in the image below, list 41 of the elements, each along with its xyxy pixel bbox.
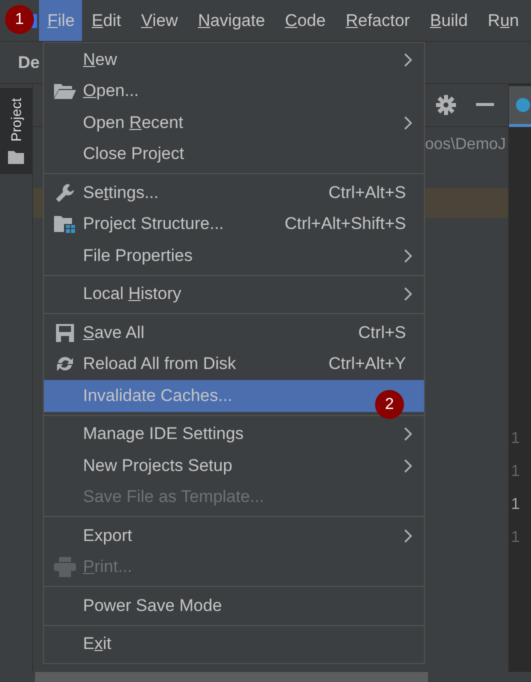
menu-item[interactable]: Project Structure... Ctrl+Alt+Shift+S bbox=[44, 208, 424, 240]
folder-grid-icon bbox=[54, 215, 76, 234]
scrollbar[interactable] bbox=[35, 672, 428, 682]
menu[interactable]: View bbox=[133, 0, 185, 41]
menu-item[interactable]: Settings... Ctrl+Alt+S bbox=[44, 177, 424, 208]
menu-item[interactable]: Export bbox=[44, 520, 424, 552]
menu-item[interactable]: Manage IDE Settings bbox=[44, 418, 424, 450]
menu[interactable]: Build bbox=[422, 0, 475, 41]
menu-item[interactable]: New bbox=[44, 44, 424, 76]
menu-item[interactable]: Open Recent bbox=[44, 107, 424, 138]
minimize-icon[interactable] bbox=[476, 103, 494, 107]
menu-item[interactable]: File Properties bbox=[44, 240, 424, 272]
menu[interactable]: Code bbox=[277, 0, 333, 41]
class-icon bbox=[515, 97, 531, 113]
menu[interactable]: Run bbox=[480, 0, 526, 41]
menu[interactable]: Navigate bbox=[190, 0, 272, 41]
line-number: 1 bbox=[511, 462, 521, 482]
menu-item[interactable]: Reload All from Disk Ctrl+Alt+Y bbox=[44, 348, 424, 380]
folder-icon bbox=[54, 83, 76, 100]
menu-item[interactable]: Open... bbox=[44, 76, 424, 107]
project-path: oos\DemoJ bbox=[425, 136, 506, 154]
line-number: 1 bbox=[511, 528, 521, 548]
printer-icon bbox=[54, 557, 76, 578]
step-marker: 1 bbox=[5, 5, 34, 34]
menu-item[interactable]: Exit bbox=[44, 628, 424, 660]
line-number: 1 bbox=[511, 429, 521, 449]
folder-icon bbox=[8, 150, 24, 164]
reload-icon bbox=[56, 355, 74, 374]
menu-item[interactable]: Local History bbox=[44, 278, 424, 310]
floppy-icon bbox=[56, 324, 74, 342]
project-name[interactable]: De bbox=[18, 52, 40, 72]
settings-icon[interactable] bbox=[436, 95, 456, 115]
line-number: 1 bbox=[511, 495, 521, 515]
menu-item[interactable]: Save All Ctrl+S bbox=[44, 317, 424, 348]
menu-item[interactable]: Close Project bbox=[44, 138, 424, 170]
menu[interactable]: Edit bbox=[84, 0, 128, 41]
menu-item[interactable]: Power Save Mode bbox=[44, 590, 424, 622]
menu[interactable]: Refactor bbox=[338, 0, 417, 41]
project-tab[interactable]: Project bbox=[0, 88, 32, 174]
wrench-icon bbox=[54, 182, 74, 203]
menu-item[interactable]: New Projects Setup bbox=[44, 450, 424, 482]
